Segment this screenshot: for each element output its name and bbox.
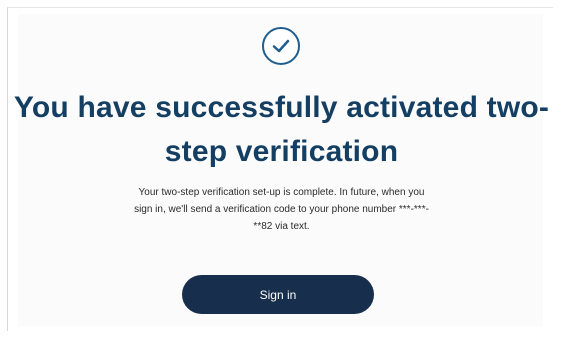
verification-message: Your two-step verification set-up is com… — [134, 187, 429, 232]
page-title: You have successfully activated two-step… — [13, 91, 550, 168]
sign-in-label: Sign in — [259, 287, 297, 302]
sign-in-button[interactable]: Sign in — [182, 275, 374, 314]
check-circle-icon — [262, 27, 300, 65]
